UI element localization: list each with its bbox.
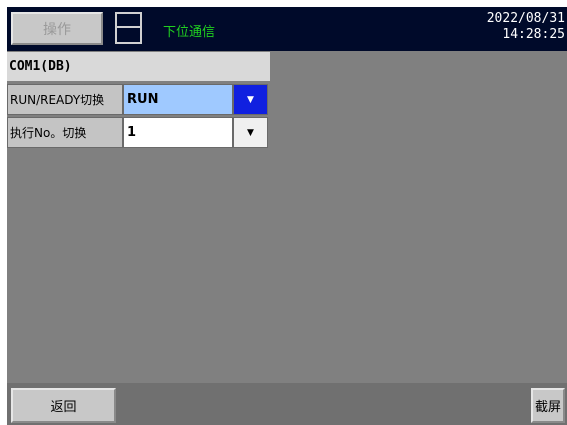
date-text: 2022/08/31 <box>486 11 565 26</box>
time-text: 14:28:25 <box>502 27 565 42</box>
section-title: COM1(DB) <box>7 52 270 81</box>
operate-button[interactable]: 操作 <box>11 12 103 45</box>
screenshot-button[interactable]: 截屏 <box>531 388 565 423</box>
floppy-disk-icon <box>115 12 142 44</box>
bottom-bar: 返回 截屏 <box>7 383 567 425</box>
exec-no-value[interactable]: 1 <box>123 117 233 148</box>
run-ready-value[interactable]: RUN <box>123 84 233 115</box>
top-bar: 操作 下位通信 2022/08/31 14:28:25 <box>7 7 567 51</box>
triangle-down-icon[interactable]: ▼ <box>233 84 268 115</box>
exec-no-label: 执行No。切换 <box>7 117 123 148</box>
datetime-display: 2022/08/31 14:28:25 <box>487 11 565 43</box>
run-ready-label: RUN/READY切换 <box>7 84 123 115</box>
comm-status-text: 下位通信 <box>163 25 216 40</box>
triangle-down-icon[interactable]: ▼ <box>233 117 268 148</box>
back-button[interactable]: 返回 <box>11 388 116 423</box>
hmi-screen: 操作 下位通信 2022/08/31 14:28:25 COM1(DB) RUN… <box>7 7 567 425</box>
